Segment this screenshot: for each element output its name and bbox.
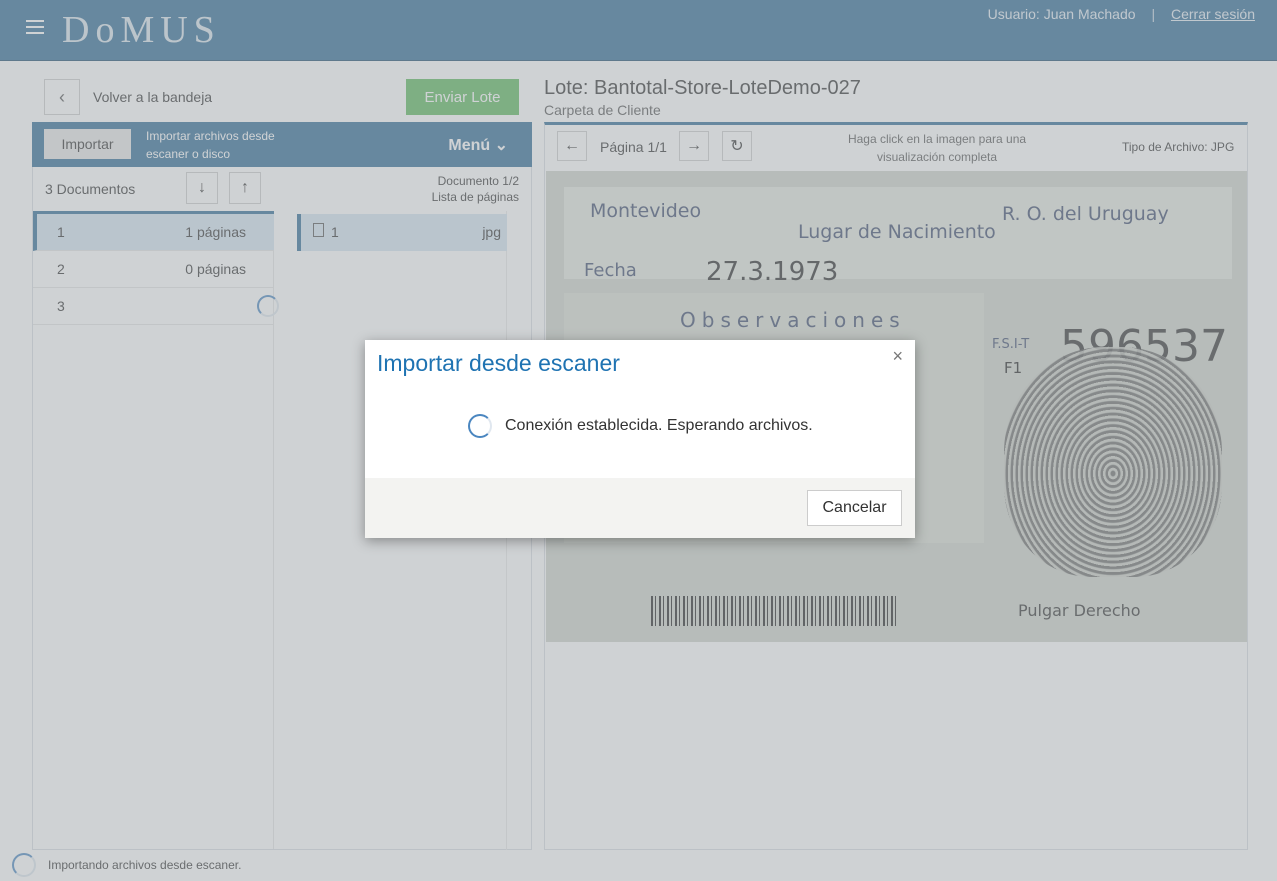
modal-message: Conexión establecida. Esperando archivos… [505,417,813,434]
loading-spinner-icon [468,414,492,438]
modal-footer: Cancelar [365,478,915,538]
modal-title: Importar desde escaner [377,350,620,376]
cancel-button[interactable]: Cancelar [807,490,902,526]
close-icon[interactable]: × [892,346,903,367]
import-scanner-dialog: Importar desde escaner × Conexión establ… [365,340,915,538]
